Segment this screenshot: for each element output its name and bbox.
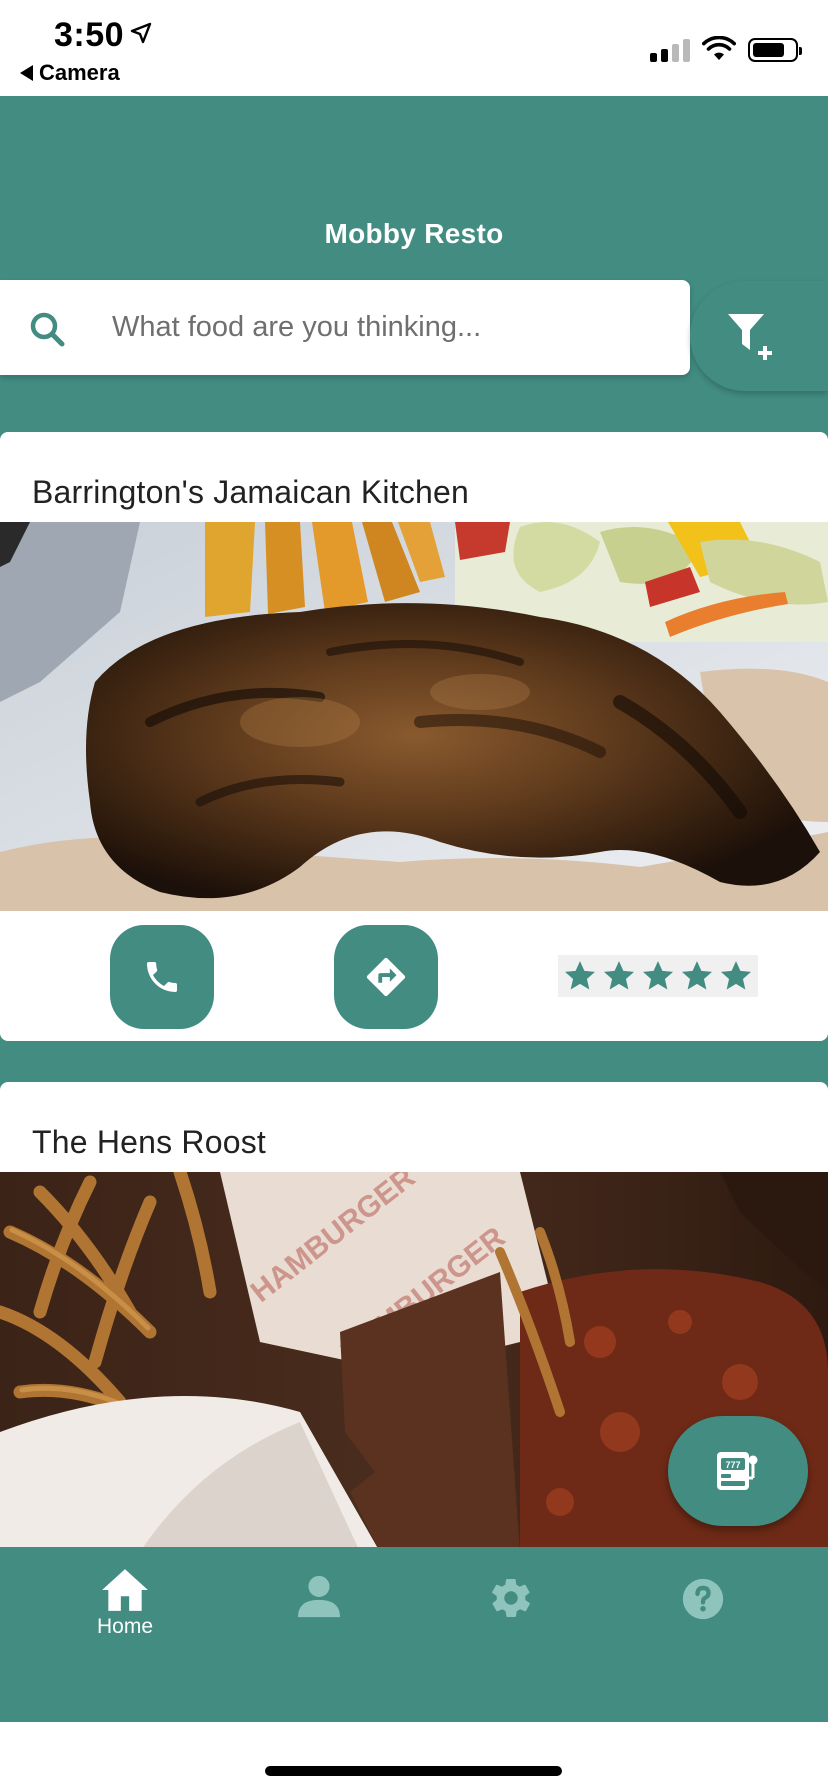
person-icon — [297, 1575, 341, 1618]
star-rating — [558, 955, 758, 997]
star-icon — [682, 961, 713, 990]
cellular-signal-icon — [650, 38, 690, 62]
status-indicators — [650, 36, 802, 62]
star-icon — [642, 961, 673, 990]
restaurant-name: Barrington's Jamaican Kitchen — [32, 474, 470, 510]
restaurant-name: The Hens Roost — [32, 1124, 267, 1160]
search-input[interactable] — [112, 302, 672, 352]
app-title: Mobby Resto — [324, 218, 504, 249]
location-arrow-icon — [130, 22, 152, 44]
help-icon — [682, 1578, 724, 1620]
star-icon — [564, 961, 595, 990]
jerk-chicken-photo — [0, 522, 828, 911]
directions-icon — [366, 957, 406, 997]
slot-machine-icon: 777 — [717, 1452, 758, 1490]
restaurant-card[interactable]: Barrington's Jamaican Kitchen — [0, 432, 828, 1041]
directions-button[interactable] — [334, 925, 438, 1029]
nav-item-help[interactable] — [643, 1577, 763, 1621]
status-bar: 3:50 Camera — [0, 0, 828, 96]
nav-item-profile[interactable] — [259, 1573, 379, 1619]
back-to-camera-link[interactable]: Camera — [20, 60, 120, 86]
home-icon — [102, 1569, 148, 1611]
nav-label-home: Home — [96, 1615, 154, 1638]
add-filter-button[interactable] — [690, 281, 828, 391]
nav-item-settings[interactable] — [451, 1575, 571, 1621]
wifi-icon — [702, 36, 736, 60]
search-icon — [30, 312, 65, 347]
random-pick-button[interactable]: 777 — [668, 1416, 808, 1526]
restaurant-photo[interactable] — [0, 522, 828, 911]
star-icon — [603, 961, 634, 990]
call-button[interactable] — [110, 925, 214, 1029]
nav-item-home[interactable]: Home — [65, 1567, 185, 1639]
star-icon — [721, 961, 752, 990]
app-header: Mobby Resto — [0, 96, 828, 280]
home-indicator[interactable] — [265, 1766, 562, 1776]
gear-icon — [492, 1579, 530, 1617]
svg-text:777: 777 — [725, 1460, 740, 1470]
battery-icon — [748, 38, 802, 62]
restaurant-actions — [0, 911, 828, 1041]
search-bar[interactable] — [0, 280, 690, 375]
filter-plus-icon — [728, 314, 772, 360]
status-time: 3:50 — [54, 16, 125, 54]
bottom-navigation: Home — [0, 1547, 828, 1722]
restaurant-feed[interactable]: Barrington's Jamaican Kitchen The Hens R… — [0, 432, 828, 1547]
phone-icon — [147, 962, 177, 992]
back-label: Camera — [39, 60, 120, 85]
back-triangle-icon — [20, 65, 33, 81]
